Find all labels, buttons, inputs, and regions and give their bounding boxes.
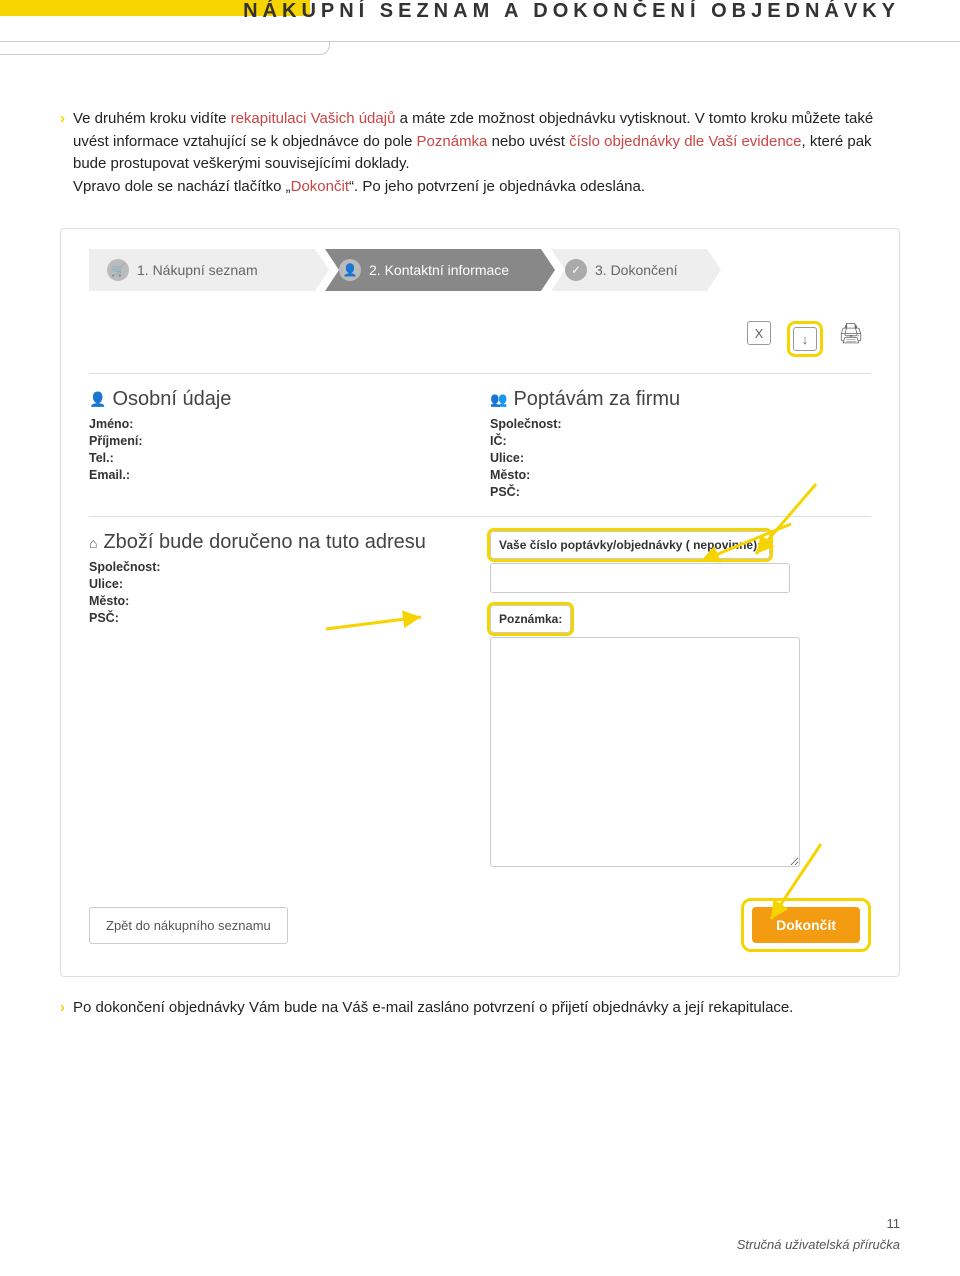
page-footer: 11 Stručná uživatelská příručka (737, 1216, 900, 1252)
company-info-column: 👥 Poptávám za firmu Společnost: IČ: Ulic… (490, 388, 871, 502)
info-columns: 👤 Osobní údaje Jméno: Příjmení: Tel.: Em… (89, 388, 871, 502)
delivery-address-column: ⌂ Zboží bude doručeno na tuto adresu Spo… (89, 531, 470, 872)
personal-info-column: 👤 Osobní údaje Jméno: Příjmení: Tel.: Em… (89, 388, 470, 502)
step-label: 1. Nákupní seznam (137, 262, 258, 278)
divider (89, 516, 871, 517)
export-excel-icon[interactable]: X (747, 321, 771, 345)
field-street-d: Ulice: (89, 577, 470, 591)
step-cart[interactable]: 🛒 1. Nákupní seznam (89, 249, 329, 291)
step-label: 2. Kontaktní informace (369, 262, 509, 278)
order-inputs-column: Vaše číslo poptávky/objednávky ( nepovin… (490, 531, 871, 872)
contact-step-icon: 👤 (339, 259, 361, 281)
bottom-button-row: Zpět do nákupního seznamu Dokončit (89, 898, 871, 952)
closing-text: Po dokončení objednávky Vám bude na Váš … (73, 997, 900, 1020)
guide-title: Stručná uživatelská příručka (737, 1237, 900, 1252)
page-title: NÁKUPNÍ SEZNAM A DOKONČENÍ OBJEDNÁVKY (243, 0, 900, 23)
field-lastname: Příjmení: (89, 434, 470, 448)
field-city: Město: (490, 468, 871, 482)
checkout-steps: 🛒 1. Nákupní seznam 👤 2. Kontaktní infor… (89, 249, 871, 291)
closing-paragraph: › Po dokončení objednávky Vám bude na Vá… (60, 997, 900, 1020)
cart-step-icon: 🛒 (107, 259, 129, 281)
address-and-inputs: ⌂ Zboží bude doručeno na tuto adresu Spo… (89, 531, 871, 872)
field-street: Ulice: (490, 451, 871, 465)
pdf-highlight: ↓ (787, 321, 823, 357)
intro-paragraph-1: › Ve druhém kroku vidíte rekapitulaci Va… (60, 108, 900, 198)
export-pdf-icon[interactable]: ↓ (793, 327, 817, 351)
note-textarea[interactable] (490, 637, 800, 867)
finish-step-icon: ✓ (565, 259, 587, 281)
screenshot-panel: 🛒 1. Nákupní seznam 👤 2. Kontaktní infor… (60, 228, 900, 977)
divider (89, 373, 871, 374)
person-icon: 👤 (89, 391, 106, 408)
print-icon[interactable]: 🖨 (839, 321, 863, 345)
page-header: › › › › NÁKUPNÍ SEZNAM A DOKONČENÍ OBJED… (0, 0, 960, 42)
step-contact[interactable]: 👤 2. Kontaktní informace (325, 249, 555, 291)
step-label: 3. Dokončení (595, 262, 678, 278)
order-number-input[interactable] (490, 563, 790, 593)
company-info-title: 👥 Poptávám za firmu (490, 388, 871, 411)
delivery-address-title: ⌂ Zboží bude doručeno na tuto adresu (89, 531, 470, 554)
step-finish[interactable]: ✓ 3. Dokončení (551, 249, 721, 291)
field-company: Společnost: (490, 417, 871, 431)
intro-text: Ve druhém kroku vidíte rekapitulaci Vaši… (73, 108, 900, 198)
field-firstname: Jméno: (89, 417, 470, 431)
group-icon: 👥 (490, 391, 507, 408)
finish-button[interactable]: Dokončit (752, 907, 860, 943)
home-icon: ⌂ (89, 535, 97, 551)
export-toolbar: X ↓ 🖨 (89, 315, 871, 373)
note-label: Poznámka: (490, 605, 571, 633)
finish-highlight: Dokončit (741, 898, 871, 952)
field-email: Email.: (89, 468, 470, 482)
back-to-cart-button[interactable]: Zpět do nákupního seznamu (89, 907, 288, 944)
field-ico: IČ: (490, 434, 871, 448)
page-number: 11 (737, 1216, 900, 1231)
header-underline (0, 41, 330, 55)
personal-info-title: 👤 Osobní údaje (89, 388, 470, 411)
field-zip-d: PSČ: (89, 611, 470, 625)
field-phone: Tel.: (89, 451, 470, 465)
bullet-arrow-icon: › (60, 108, 65, 198)
field-city-d: Město: (89, 594, 470, 608)
field-zip: PSČ: (490, 485, 871, 499)
bullet-arrow-icon: › (60, 997, 65, 1020)
order-number-label: Vaše číslo poptávky/objednávky ( nepovin… (490, 531, 770, 559)
field-company-d: Společnost: (89, 560, 470, 574)
